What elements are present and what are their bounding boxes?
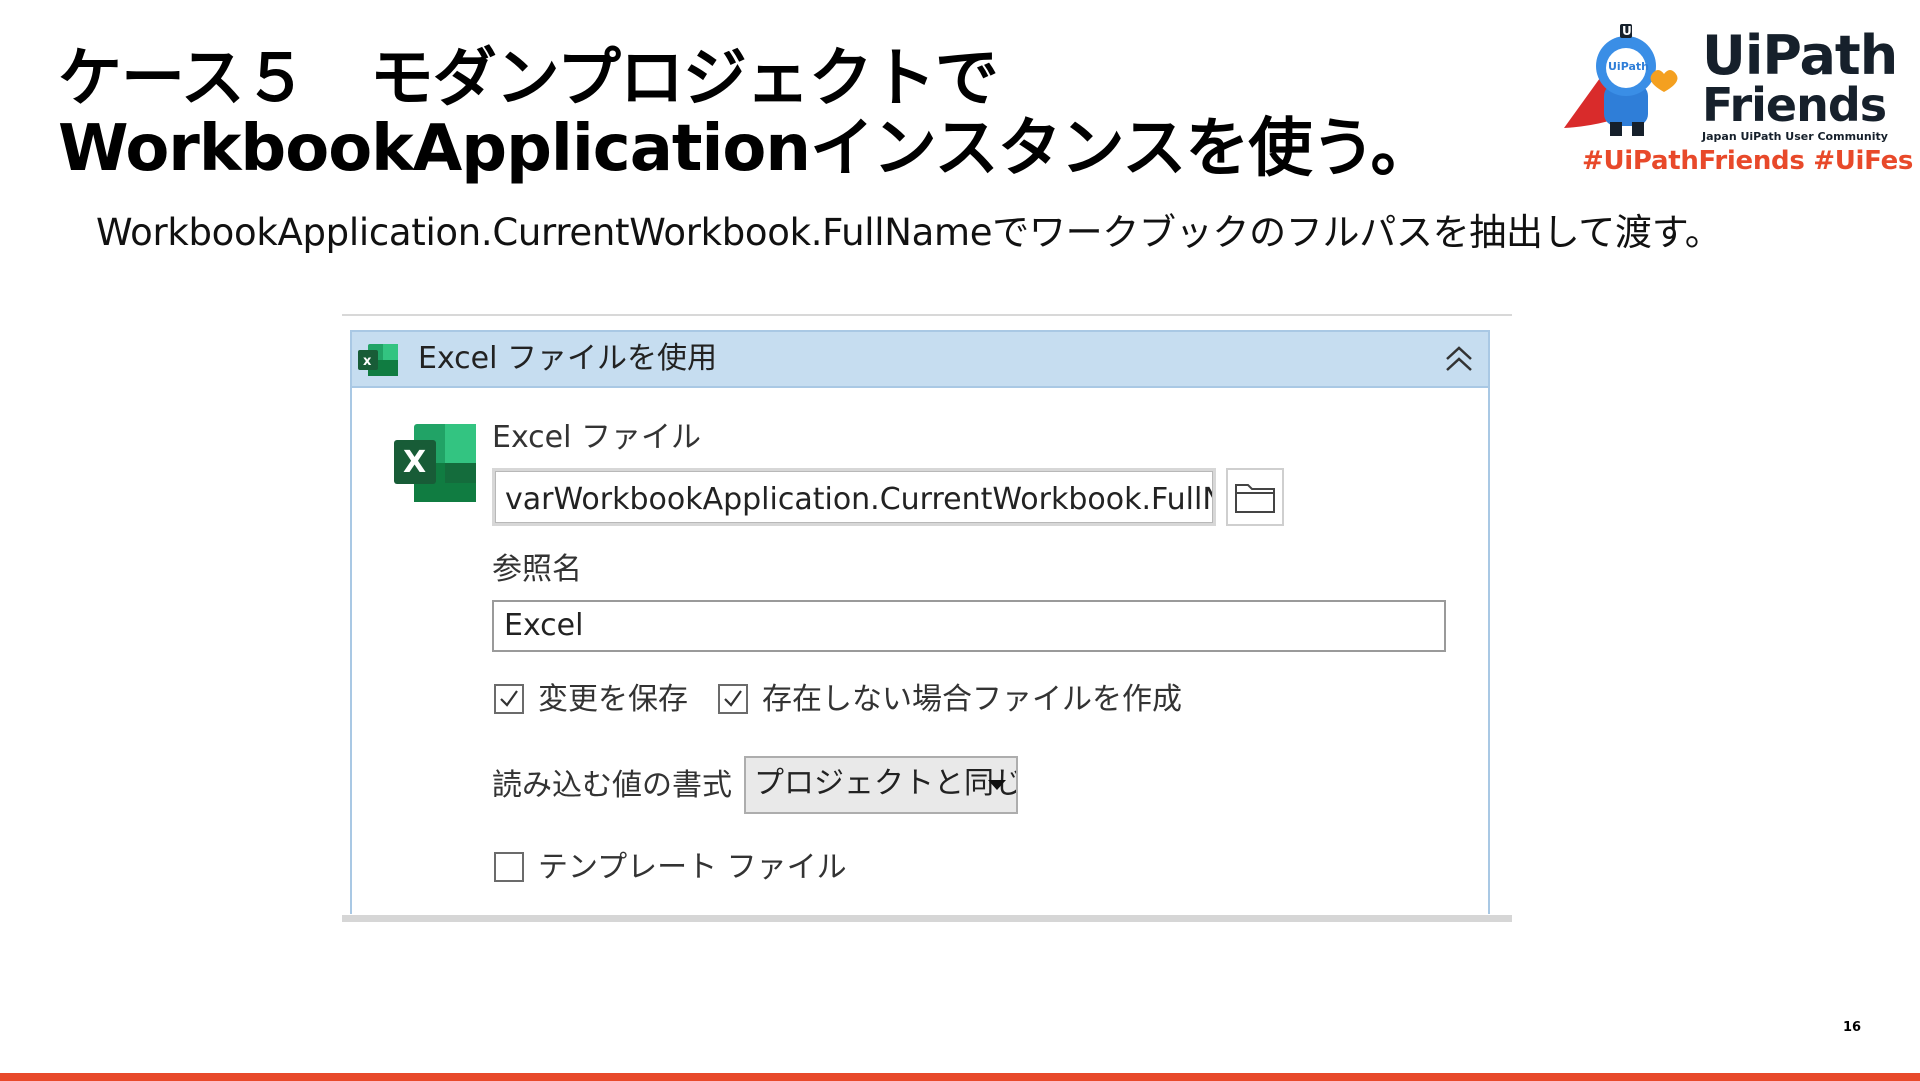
logo-community-text: Japan UiPath User Community — [1702, 130, 1888, 143]
reference-name-label: 参照名 — [492, 552, 582, 587]
activity-title: Excel ファイルを使用 — [418, 341, 718, 376]
page-number: 16 — [1843, 1020, 1862, 1035]
read-format-value: プロジェクトと同じ — [754, 766, 1018, 801]
reference-name-input[interactable]: Excel — [492, 600, 1446, 652]
excel-icon: x — [358, 344, 398, 376]
activity-header[interactable]: x Excel ファイルを使用 — [352, 332, 1488, 388]
read-format-dropdown[interactable]: プロジェクトと同じ — [744, 756, 1018, 814]
template-file-label: テンプレート ファイル — [538, 850, 847, 885]
mascot-ui-label: Ui — [1622, 24, 1636, 38]
template-file-checkbox[interactable] — [494, 852, 524, 882]
excel-file-label: Excel ファイル — [492, 420, 702, 455]
excel-large-icon: X — [394, 424, 476, 502]
uipath-friends-logo: Ui UiPath UiPath Friends Japan UiPath Us… — [1560, 18, 1913, 188]
slide: ケース５ モダンプロジェクトで WorkbookApplicationインスタン… — [0, 0, 1920, 1081]
browse-button[interactable] — [1226, 468, 1284, 526]
checkmark-icon — [724, 690, 742, 707]
panel-divider — [342, 915, 1512, 922]
slide-title: ケース５ モダンプロジェクトで WorkbookApplicationインスタン… — [58, 44, 1498, 184]
footer-accent-bar — [0, 1073, 1920, 1081]
save-changes-label: 変更を保存 — [538, 682, 688, 717]
logo-word-friends: Friends — [1702, 78, 1887, 132]
create-if-missing-label: 存在しない場合ファイルを作成 — [762, 682, 1182, 717]
chevron-double-up-icon — [1446, 346, 1472, 371]
logo-hashtags: #UiPathFriends #UiFes — [1582, 146, 1914, 176]
collapse-button[interactable] — [1442, 342, 1476, 376]
save-changes-checkbox[interactable] — [494, 684, 524, 714]
slide-subtitle: WorkbookApplication.CurrentWorkbook.Full… — [96, 211, 1722, 254]
excel-file-input[interactable]: varWorkbookApplication.CurrentWorkbook.F… — [492, 468, 1216, 526]
slide-title-line2: WorkbookApplicationインスタンスを使う。 — [58, 112, 1435, 186]
read-format-label: 読み込む値の書式 — [492, 768, 732, 803]
folder-icon — [1235, 484, 1275, 513]
caret-down-icon — [988, 780, 1006, 790]
checkmark-icon — [500, 690, 518, 707]
create-if-missing-checkbox[interactable] — [718, 684, 748, 714]
logo-word-uipath: UiPath — [1702, 24, 1898, 87]
slide-title-line1: ケース５ モダンプロジェクトで — [58, 42, 999, 116]
mascot-badge-label: UiPath — [1608, 60, 1649, 73]
use-excel-file-activity: x Excel ファイルを使用 X Excel ファイル varWorkbook… — [350, 330, 1490, 914]
activity-screenshot: x Excel ファイルを使用 X Excel ファイル varWorkbook… — [342, 314, 1512, 922]
svg-text:x: x — [363, 354, 372, 369]
svg-text:X: X — [403, 445, 426, 480]
